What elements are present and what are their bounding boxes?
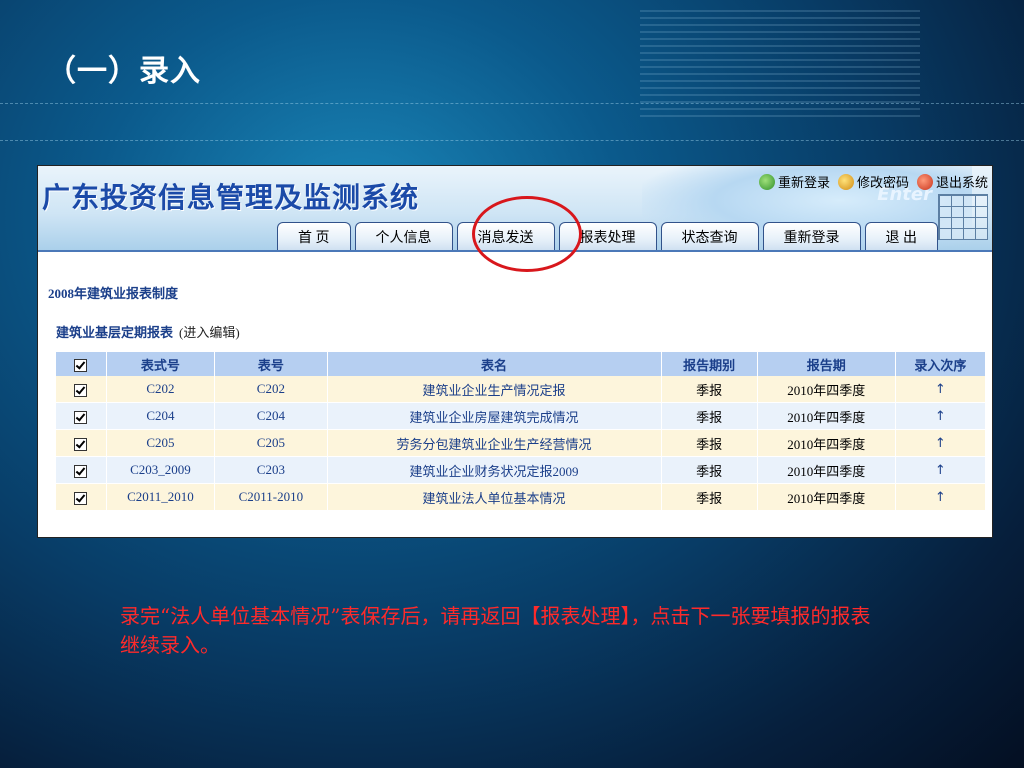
form-number-cell: C2011_2010 xyxy=(106,483,216,511)
row-checkbox[interactable] xyxy=(74,437,88,451)
tab-logout[interactable]: 退 出 xyxy=(864,222,938,251)
table-row[interactable]: C204 C204 建筑业企业房屋建筑完成情况 季报 2010年四季度 ↑ xyxy=(56,402,987,430)
header-table-name: 表名 xyxy=(327,352,662,376)
decor-dashed-line-bottom xyxy=(0,140,1024,141)
entry-order-cell[interactable]: ↑ xyxy=(895,376,987,403)
period-cell: 2010年四季度 xyxy=(757,429,896,457)
period-type-cell: 季报 xyxy=(661,376,758,403)
table-code-cell: C202 xyxy=(214,376,328,403)
header-period-type: 报告期别 xyxy=(661,352,758,376)
entry-order-cell[interactable]: ↑ xyxy=(895,456,987,484)
refresh-login-icon xyxy=(758,173,775,190)
header-table-code: 表号 xyxy=(214,352,328,376)
period-type-cell: 季报 xyxy=(661,429,758,457)
app-title: 广东投资信息管理及监测系统 xyxy=(42,181,420,214)
form-number-cell: C204 xyxy=(106,402,216,430)
header-period: 报告期 xyxy=(757,352,896,376)
form-number-cell: C205 xyxy=(106,429,216,457)
exit-system-label: 退出系统 xyxy=(935,175,988,190)
row-checkbox[interactable] xyxy=(74,410,88,424)
relogin-label: 重新登录 xyxy=(777,175,830,190)
row-checkbox[interactable] xyxy=(74,491,88,505)
tab-status-query[interactable]: 状态查询 xyxy=(660,222,759,251)
slide-title: （一）录入 xyxy=(46,54,201,89)
table-row[interactable]: C205 C205 劳务分包建筑业企业生产经营情况 季报 2010年四季度 ↑ xyxy=(56,429,987,457)
instruction-text: 录完“法人单位基本情况”表保存后，请再返回【报表处理】，点击下一张要填报的报表继… xyxy=(120,604,871,657)
subsection-note: (进入编辑) xyxy=(179,325,240,340)
row-checkbox-cell[interactable] xyxy=(56,483,107,511)
report-table: 表式号 表号 表名 报告期别 报告期 录入次序 C202 C202 建筑业企业生… xyxy=(56,352,987,511)
table-name-link[interactable]: 劳务分包建筑业企业生产经营情况 xyxy=(327,429,662,457)
table-row[interactable]: C202 C202 建筑业企业生产情况定报 季报 2010年四季度 ↑ xyxy=(56,376,987,403)
period-type-cell: 季报 xyxy=(661,402,758,430)
arrow-up-icon[interactable]: ↑ xyxy=(935,436,946,451)
background-decoration xyxy=(640,10,920,120)
highlight-ring xyxy=(472,196,582,272)
table-row[interactable]: C2011_2010 C2011-2010 建筑业法人单位基本情况 季报 201… xyxy=(56,483,987,511)
row-checkbox[interactable] xyxy=(74,464,88,478)
table-code-cell: C203 xyxy=(214,456,328,484)
exit-system-link[interactable]: 退出系统 xyxy=(916,172,988,191)
change-password-label: 修改密码 xyxy=(856,175,909,190)
arrow-up-icon[interactable]: ↑ xyxy=(935,409,946,424)
change-password-link[interactable]: 修改密码 xyxy=(837,172,909,191)
app-screenshot: Enter 广东投资信息管理及监测系统 重新登录 修改密码 退出系统 首 页 个… xyxy=(37,165,993,538)
row-checkbox[interactable] xyxy=(74,383,88,397)
header-entry-order: 录入次序 xyxy=(895,352,987,376)
arrow-up-icon[interactable]: ↑ xyxy=(935,490,946,505)
row-checkbox-cell[interactable] xyxy=(56,456,107,484)
period-cell: 2010年四季度 xyxy=(757,456,896,484)
table-code-cell: C204 xyxy=(214,402,328,430)
change-password-icon xyxy=(837,173,854,190)
period-cell: 2010年四季度 xyxy=(757,402,896,430)
main-nav: 首 页 个人信息 消息发送 报表处理 状态查询 重新登录 退 出 xyxy=(277,222,938,251)
arrow-up-icon[interactable]: ↑ xyxy=(935,382,946,397)
period-cell: 2010年四季度 xyxy=(757,483,896,511)
entry-order-cell[interactable]: ↑ xyxy=(895,402,987,430)
form-number-cell: C202 xyxy=(106,376,216,403)
entry-order-cell[interactable]: ↑ xyxy=(895,483,987,511)
table-name-link[interactable]: 建筑业企业生产情况定报 xyxy=(327,376,662,403)
period-cell: 2010年四季度 xyxy=(757,376,896,403)
table-code-cell: C2011-2010 xyxy=(214,483,328,511)
table-header-row: 表式号 表号 表名 报告期别 报告期 录入次序 xyxy=(56,352,987,376)
table-name-link[interactable]: 建筑业企业房屋建筑完成情况 xyxy=(327,402,662,430)
entry-order-cell[interactable]: ↑ xyxy=(895,429,987,457)
tab-relogin[interactable]: 重新登录 xyxy=(762,222,861,251)
section-title: 2008年建筑业报表制度 xyxy=(48,286,179,301)
table-name-link[interactable]: 建筑业法人单位基本情况 xyxy=(327,483,662,511)
tab-home[interactable]: 首 页 xyxy=(277,222,351,251)
row-checkbox-cell[interactable] xyxy=(56,429,107,457)
form-number-cell: C203_2009 xyxy=(106,456,216,484)
table-row[interactable]: C203_2009 C203 建筑业企业财务状况定报2009 季报 2010年四… xyxy=(56,456,987,484)
period-type-cell: 季报 xyxy=(661,456,758,484)
header-select-all[interactable] xyxy=(56,352,107,376)
top-links: 重新登录 修改密码 退出系统 xyxy=(758,172,988,191)
select-all-checkbox[interactable] xyxy=(74,358,88,372)
exit-icon xyxy=(916,173,933,190)
period-type-cell: 季报 xyxy=(661,483,758,511)
table-name-link[interactable]: 建筑业企业财务状况定报2009 xyxy=(327,456,662,484)
subsection-label[interactable]: 建筑业基层定期报表 xyxy=(56,325,173,340)
relogin-link[interactable]: 重新登录 xyxy=(758,172,830,191)
tab-personal-info[interactable]: 个人信息 xyxy=(354,222,453,251)
grid-decoration xyxy=(938,194,988,240)
arrow-up-icon[interactable]: ↑ xyxy=(935,463,946,478)
row-checkbox-cell[interactable] xyxy=(56,376,107,403)
row-checkbox-cell[interactable] xyxy=(56,402,107,430)
subsection-title[interactable]: 建筑业基层定期报表 (进入编辑) xyxy=(56,322,240,341)
table-code-cell: C205 xyxy=(214,429,328,457)
header-form-number: 表式号 xyxy=(106,352,216,376)
